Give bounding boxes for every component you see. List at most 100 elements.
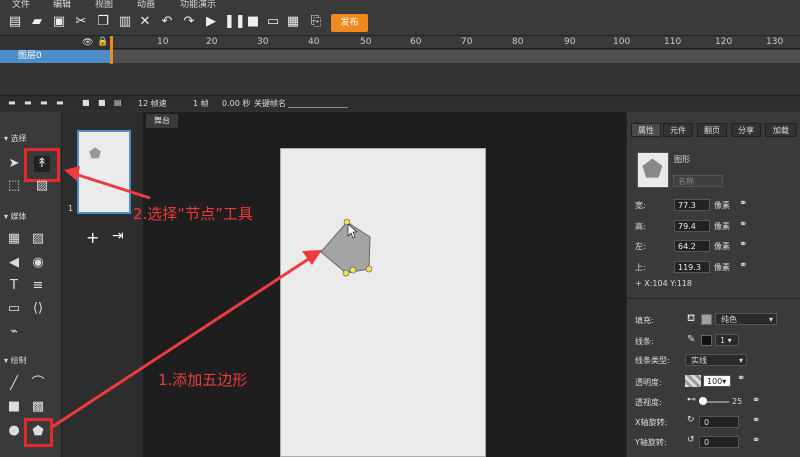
width-input[interactable]: 77.3 [674, 199, 710, 211]
blank-keyframe-icon[interactable]: ▤ [114, 98, 122, 107]
link-icon[interactable]: ⚭ [752, 415, 760, 426]
export-icon[interactable]: ⎘ [309, 15, 323, 29]
link-icon[interactable]: ⚭ [739, 260, 747, 271]
y-rotation-input[interactable]: 0 [699, 436, 739, 448]
link-icon[interactable]: ⚭ [752, 395, 760, 406]
ruler-tick: 80 [512, 37, 524, 47]
layer-row[interactable]: 图层0 [0, 50, 110, 63]
keyframe-icon[interactable]: ■ [98, 98, 106, 107]
stroke-type-select[interactable]: 实线 ▾ [685, 354, 747, 366]
link-icon[interactable]: ⚭ [752, 435, 760, 446]
mouse-coords: + X:104 Y:118 [635, 279, 693, 288]
line-icon[interactable]: ╱ [6, 376, 22, 392]
perspective-label: 透视度: [635, 398, 662, 407]
image-icon[interactable]: ▨ [30, 231, 46, 247]
menu-animation[interactable]: 动画 [137, 0, 155, 10]
section-media: ▾ 媒体 [4, 212, 27, 221]
name-input[interactable]: 名称 [673, 175, 723, 187]
opacity-swatch [685, 375, 701, 387]
current-time: 0.00 秒 [222, 99, 251, 108]
ruler-tick: 50 [360, 37, 372, 47]
keyframe-name-input[interactable] [288, 107, 348, 108]
link-icon[interactable]: ⚭ [739, 198, 747, 209]
chart-icon[interactable]: ⌁ [6, 324, 22, 340]
open-folder-icon[interactable]: ▰ [30, 15, 44, 29]
tab-load[interactable]: 加载 [765, 123, 797, 137]
tab-properties[interactable]: 属性 [631, 123, 661, 137]
paragraph-icon[interactable]: ≡ [30, 278, 46, 294]
code-icon[interactable]: ⟨⟩ [30, 301, 46, 317]
lock-icon[interactable]: 🔒 [97, 37, 108, 47]
pencil-icon[interactable]: ✎ [687, 334, 695, 345]
import-page-icon[interactable]: ⇥ [112, 228, 124, 244]
link-icon[interactable]: ⚭ [739, 239, 747, 250]
tab-symbols[interactable]: 元件 [663, 123, 693, 137]
opacity-select[interactable]: 100▾ [703, 375, 731, 387]
stroke-color-swatch[interactable] [701, 335, 712, 346]
panel-icon[interactable]: ▭ [6, 301, 22, 317]
video-icon[interactable]: ◉ [30, 255, 46, 271]
delete-icon[interactable]: ✕ [138, 15, 152, 29]
ruler-tick: 10 [157, 37, 169, 47]
crop-icon[interactable]: ▨ [34, 178, 50, 194]
fps-label[interactable]: 12 帧速 [138, 98, 167, 109]
rounded-rect-icon[interactable]: ▩ [30, 399, 46, 415]
preview-pentagon-icon: ⬟ [642, 155, 663, 183]
cut-icon[interactable]: ✂ [74, 15, 88, 29]
fill-type-select[interactable]: 纯色 ▾ [715, 313, 777, 325]
layer-frames[interactable] [112, 50, 800, 63]
tab-share[interactable]: 分享 [731, 123, 761, 137]
duplicate-layer-icon[interactable]: ▬ [40, 98, 48, 107]
visibility-icon[interactable]: 👁 [82, 38, 93, 48]
menu-demo[interactable]: 功能演示 [180, 0, 216, 10]
rectangle-icon[interactable]: ■ [6, 399, 22, 415]
fill-color-swatch[interactable] [701, 314, 712, 325]
pentagon-icon[interactable]: ⬟ [30, 424, 46, 440]
perspective-slider-thumb[interactable] [699, 397, 707, 405]
stop-icon[interactable]: ■ [246, 15, 260, 29]
pause-icon[interactable]: ❚❚ [224, 15, 246, 29]
playhead[interactable] [110, 36, 113, 64]
transform-icon[interactable]: ⬚ [6, 178, 22, 194]
page-thumbnail[interactable]: ⬟ [77, 130, 131, 214]
select-arrow-icon[interactable]: ➤ [6, 156, 22, 172]
paint-bucket-icon[interactable]: ⛾ [687, 313, 695, 326]
publish-button[interactable]: 发布 [331, 14, 368, 32]
link-icon[interactable]: ⚭ [737, 373, 745, 384]
add-folder-icon[interactable]: ▬ [24, 98, 32, 107]
chevron-down-icon: ▾ [768, 315, 773, 324]
add-page-icon[interactable]: + [86, 228, 99, 247]
opacity-label: 透明度: [635, 378, 662, 387]
left-input[interactable]: 64.2 [674, 240, 710, 252]
save-icon[interactable]: ▣ [52, 15, 66, 29]
menu-file[interactable]: 文件 [12, 0, 30, 10]
node-tool-icon[interactable]: ↟ [34, 156, 50, 172]
page-number: 1 [68, 204, 74, 213]
text-icon[interactable]: T [6, 278, 22, 294]
top-input[interactable]: 119.3 [674, 261, 710, 273]
play-icon[interactable]: ▶ [204, 15, 218, 29]
menu-view[interactable]: 视图 [95, 0, 113, 10]
x-rotation-input[interactable]: 0 [699, 416, 739, 428]
preview-icon[interactable]: ▭ [266, 15, 280, 29]
ruler-tick: 110 [664, 37, 682, 47]
copy-icon[interactable]: ❐ [96, 15, 110, 29]
paste-icon[interactable]: ▥ [118, 15, 132, 29]
height-input[interactable]: 79.4 [674, 220, 710, 232]
audio-icon[interactable]: ◀ [6, 255, 22, 271]
curve-icon[interactable]: ⌒ [30, 376, 46, 392]
delete-layer-icon[interactable]: ▬ [56, 98, 64, 107]
ellipse-icon[interactable]: ● [6, 423, 22, 439]
stroke-width-select[interactable]: 1 ▾ [715, 334, 739, 346]
link-icon[interactable]: ⚭ [739, 219, 747, 230]
redo-icon[interactable]: ↷ [182, 15, 196, 29]
add-layer-icon[interactable]: ▬ [8, 98, 16, 107]
qr-code-icon[interactable]: ▦ [286, 15, 300, 29]
menu-edit[interactable]: 编辑 [53, 0, 71, 10]
frame-ruler[interactable]: 10 20 30 40 50 60 70 80 90 100 110 120 1… [112, 36, 800, 49]
grid-icon[interactable]: ▦ [6, 231, 22, 247]
new-file-icon[interactable]: ▤ [8, 15, 22, 29]
undo-icon[interactable]: ↶ [160, 15, 174, 29]
tab-pageflip[interactable]: 翻页 [697, 123, 727, 137]
frame-insert-icon[interactable]: ■ [82, 98, 90, 107]
